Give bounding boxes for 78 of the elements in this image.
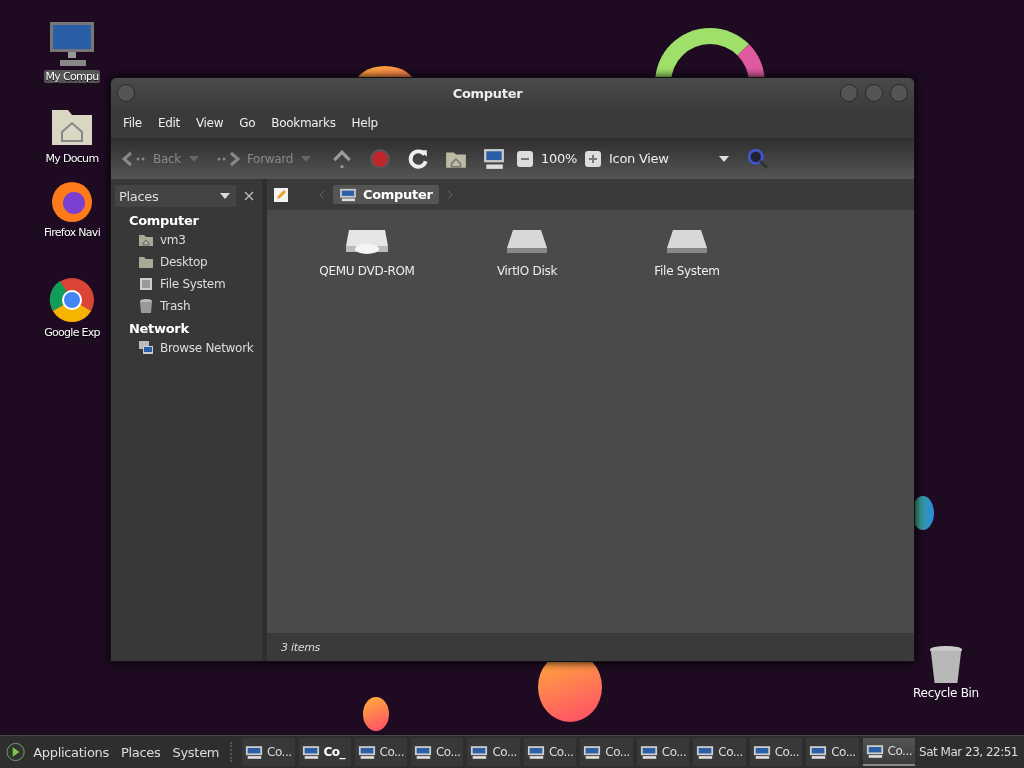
file-item-label[interactable]: VirtIO Disk xyxy=(496,264,558,278)
computer-icon xyxy=(865,743,884,759)
status-text: 3 items xyxy=(267,633,914,661)
decor-blob xyxy=(363,697,389,731)
file-item-label[interactable]: QEMU DVD-ROM xyxy=(319,264,415,278)
desktop-icon-label[interactable]: Google Exp xyxy=(42,326,102,339)
sidebar-item[interactable]: File System xyxy=(111,273,262,295)
computer-icon xyxy=(752,744,771,760)
caret-icon xyxy=(220,193,230,199)
computer-icon xyxy=(526,744,545,760)
close-icon[interactable] xyxy=(244,191,254,201)
taskbar-window-button[interactable]: Co... xyxy=(862,738,916,766)
menu-item[interactable]: Help xyxy=(343,116,386,130)
computer-icon xyxy=(357,744,376,760)
menu-item[interactable]: Bookmarks xyxy=(263,116,344,130)
edit-location-icon[interactable] xyxy=(273,186,289,203)
caret-icon xyxy=(718,155,729,162)
trash-can-icon xyxy=(138,298,154,314)
browser-circle-icon[interactable] xyxy=(48,276,96,324)
reload-icon[interactable] xyxy=(407,147,430,170)
search-icon[interactable] xyxy=(746,147,769,170)
menu-logo-icon[interactable] xyxy=(6,742,26,762)
panel-menu[interactable]: Applications xyxy=(29,744,113,760)
sidebar-item[interactable]: vm3 xyxy=(111,229,262,251)
computer-icon xyxy=(639,744,658,760)
sidebar-section-heading: Network xyxy=(128,320,190,337)
taskbar-window-button[interactable]: Co... xyxy=(806,738,859,766)
sidebar-selector[interactable]: Places xyxy=(115,185,236,207)
panel-menu[interactable]: Places xyxy=(116,744,165,760)
menu-item[interactable]: Go xyxy=(231,116,264,130)
taskbar-window-button[interactable]: Co... xyxy=(354,738,407,766)
taskbar-window-button[interactable]: Co... xyxy=(749,738,803,766)
trash-can-icon[interactable] xyxy=(927,644,965,686)
computer-icon xyxy=(414,744,432,760)
window-title: Computer xyxy=(451,85,524,101)
sidebar-item[interactable]: Browse Network xyxy=(111,337,262,359)
computer-icon xyxy=(696,744,715,760)
folder-icon xyxy=(138,254,154,270)
computer-icon xyxy=(809,744,828,760)
taskbar-window-button[interactable]: Co... xyxy=(636,738,690,766)
taskbar-window-button[interactable]: Co... xyxy=(411,738,464,766)
computer-icon[interactable] xyxy=(483,147,506,170)
sidebar-item[interactable]: Trash xyxy=(111,295,262,317)
sidebar-item[interactable]: Desktop xyxy=(111,251,262,273)
sidebar-section-heading: Computer xyxy=(128,212,200,229)
menu-item[interactable]: File xyxy=(115,116,150,130)
optical-drive-icon[interactable] xyxy=(345,228,389,256)
network-icon xyxy=(138,340,154,356)
computer-icon xyxy=(301,744,320,760)
taskbar-window-button[interactable]: Co... xyxy=(693,738,746,766)
desktop-icon-label[interactable]: Firefox Navi xyxy=(41,226,102,239)
hard-drive-icon[interactable] xyxy=(665,228,709,256)
desktop-icon-label[interactable]: Recycle Bin xyxy=(913,686,979,700)
computer-icon xyxy=(470,744,489,760)
menu-item[interactable]: Edit xyxy=(149,116,188,130)
path-crumb-button[interactable]: Computer xyxy=(333,185,439,204)
computer-icon xyxy=(583,744,602,760)
taskbar-window-button[interactable]: Co... xyxy=(580,738,633,766)
file-item-label[interactable]: File System xyxy=(654,264,720,278)
drive-icon xyxy=(138,276,154,292)
desktop-icon-label[interactable]: My Docum xyxy=(43,152,101,165)
zoom-out-button[interactable] xyxy=(517,150,534,167)
taskbar-window-button[interactable]: Co_ xyxy=(298,738,351,766)
home-folder-icon xyxy=(138,232,154,248)
taskbar-window-button[interactable]: Co... xyxy=(242,738,295,766)
desktop-icon-label[interactable]: My Compu xyxy=(43,70,101,83)
zoom-in-button[interactable] xyxy=(585,150,602,167)
view-mode-dropdown[interactable]: Icon View xyxy=(609,151,729,166)
menu-item[interactable]: View xyxy=(187,116,232,130)
taskbar-window-button[interactable]: Co... xyxy=(467,738,520,766)
computer-icon[interactable] xyxy=(48,20,96,68)
clock[interactable]: Sat Mar 23, 22:51 xyxy=(919,745,1024,759)
panel-menu[interactable]: System xyxy=(168,744,224,760)
computer-icon xyxy=(245,744,264,760)
hard-drive-icon[interactable] xyxy=(505,228,549,256)
taskbar-window-button[interactable]: Co... xyxy=(523,738,577,766)
zoom-level: 100% xyxy=(541,151,578,166)
computer-icon xyxy=(339,187,357,202)
